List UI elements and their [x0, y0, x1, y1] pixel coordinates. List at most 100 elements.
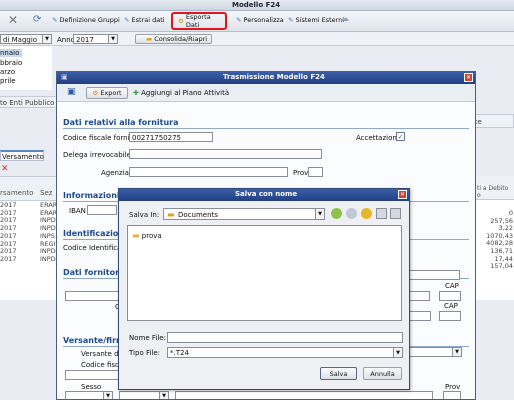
table-row[interactable]: 2017 ERAR — [0, 209, 60, 217]
close-icon: ✕ — [465, 74, 472, 81]
versamento-tab-label: Versamento — [2, 153, 44, 161]
agenzia-input[interactable] — [129, 167, 288, 177]
month-label: nnaio — [0, 49, 20, 57]
delete-icon[interactable]: ✕ — [1, 164, 9, 174]
table-row[interactable]: 2017 INPD — [0, 247, 60, 255]
nome-file-input[interactable] — [167, 332, 403, 343]
file-browser[interactable]: ▬ prova — [127, 225, 402, 321]
month-item[interactable]: arzo — [0, 68, 15, 76]
agenzia-label: Agenzia — [101, 169, 129, 177]
section-fornitura-title: Dati relativi alla fornitura — [63, 118, 179, 127]
table-row[interactable]: 2017 INPD — [0, 254, 60, 263]
mese-select[interactable]: di Maggio ▼ — [0, 34, 52, 44]
annulla-label: Annulla — [370, 369, 395, 378]
estrai-dati-button[interactable]: ✎ Estrai dati — [124, 16, 165, 24]
details-view-icon[interactable] — [390, 208, 401, 219]
extract-icon: ✎ — [124, 16, 130, 24]
estrai-dati-label: Estrai dati — [131, 16, 165, 24]
list-item[interactable]: ▬ prova — [132, 231, 162, 240]
personalizza-button[interactable]: ✎ Personalizza — [236, 16, 284, 24]
mese-value: di Maggio — [3, 36, 38, 44]
close-button[interactable]: ✕ — [464, 73, 473, 82]
tipo-file-select[interactable]: *.T24 ▼ — [167, 347, 403, 358]
refresh-icon[interactable]: ⟳ — [33, 14, 41, 25]
iban-input[interactable] — [87, 205, 117, 215]
prov-label: Prov — [293, 169, 309, 177]
fornitore-input-right[interactable] — [403, 270, 460, 280]
annulla-button[interactable]: Annulla — [363, 367, 402, 380]
dialog-title: Trasmissione Modello F24 — [223, 73, 325, 81]
table-row[interactable]: 2017 INPD — [0, 224, 60, 232]
esporta-dati-button[interactable]: ⚙ Esporta Dati — [171, 12, 227, 30]
save-dialog-title: Salva con nome — [235, 190, 298, 198]
app-title: Modello F24 — [232, 1, 281, 9]
chevron-down-icon: ▼ — [315, 209, 324, 219]
table-row[interactable]: 2017 INPS — [0, 232, 60, 240]
up-folder-icon[interactable] — [331, 208, 342, 219]
table-row[interactable]: 2017 REGI — [0, 240, 60, 248]
prov2-input[interactable] — [443, 391, 461, 399]
nome-file-label: Nome File: — [129, 334, 166, 342]
export-icon: ⚙ — [92, 89, 99, 97]
versamento-tab[interactable]: Versamento — [0, 150, 44, 161]
month-item[interactable]: bbraio — [0, 59, 22, 67]
chevron-down-icon: ▼ — [393, 348, 402, 357]
versante-input-wide[interactable] — [175, 391, 433, 399]
sistemi-esterni-label: Sistemi Esterni — [295, 16, 345, 24]
new-folder-icon[interactable] — [361, 208, 372, 219]
aggiungi-button[interactable]: ✚ Aggiungi al Piano Attività — [133, 89, 229, 97]
cap-input[interactable] — [439, 291, 461, 301]
list-view-icon[interactable] — [376, 208, 387, 219]
link-icon: ✎ — [288, 16, 294, 24]
table-header: ti a Debito o — [476, 176, 514, 200]
export-button[interactable]: ⚙ Export — [86, 87, 128, 99]
anno-select[interactable]: 2017 ▼ — [73, 34, 118, 44]
table-row[interactable]: 2017 ERAR — [0, 201, 60, 209]
accettazione-checkbox[interactable]: ✓ — [396, 132, 405, 141]
cap2-input[interactable] — [439, 311, 461, 321]
close-icon[interactable]: ✕ — [8, 13, 18, 27]
versante-name-input[interactable] — [65, 370, 121, 380]
table-cell: 2017 — [0, 254, 17, 263]
prov-input[interactable] — [308, 167, 323, 177]
definizione-gruppi-button[interactable]: ✎ Definizione Gruppi — [52, 16, 120, 24]
salva-button[interactable]: Salva — [320, 367, 357, 380]
col-header-sezione: Sez — [40, 189, 53, 197]
month-item[interactable]: prile — [0, 77, 16, 85]
sistemi-esterni-button[interactable]: ✎ Sistemi Esterni — [288, 16, 344, 24]
cf-input[interactable]: 00271750275 — [129, 132, 213, 142]
tipo-file-value: *.T24 — [170, 349, 189, 357]
accettazione-label: Accettazione — [356, 134, 402, 142]
cap2-label: CAP — [444, 302, 458, 310]
table-cell: 157,04 — [490, 262, 513, 271]
delega-input[interactable] — [129, 149, 322, 159]
col-header-debito-sub: o — [477, 192, 481, 199]
app-title-bar: Modello F24 — [0, 0, 514, 11]
pencil-icon: ✎ — [236, 16, 242, 24]
dialog-toolbar: ▣ ⚙ Export ✚ Aggiungi al Piano Attività — [57, 84, 475, 102]
versante-select[interactable]: ▼ — [402, 347, 462, 357]
save-disk-icon[interactable]: ▣ — [67, 87, 76, 97]
consolida-button[interactable]: ▬ Consolida/Riapri — [135, 34, 212, 44]
table-row[interactable]: 2017 INPD — [0, 216, 60, 224]
fornitore-input-left[interactable] — [65, 291, 121, 301]
divider — [63, 128, 469, 129]
consolida-label: Consolida/Riapri — [154, 35, 208, 43]
table-cell: INPD — [40, 254, 56, 263]
month-item[interactable]: nnaio — [0, 49, 22, 57]
close-icon: ✕ — [399, 191, 406, 198]
cf-value: 00271750275 — [132, 134, 181, 142]
home-icon[interactable] — [346, 208, 357, 219]
aggiungi-label: Aggiungi al Piano Attività — [141, 89, 230, 97]
save-close-button[interactable]: ✕ — [398, 190, 407, 199]
salva-in-select[interactable]: ▬ Documents ▼ — [163, 208, 325, 220]
cap-label: CAP — [445, 282, 459, 290]
esporta-dati-label: Esporta Dati — [185, 13, 211, 29]
month-list: nnaio bbraio arzo prile — [0, 46, 52, 90]
sesso-select-2[interactable]: ▼ — [119, 391, 169, 399]
sesso-select[interactable]: ▼ — [65, 391, 113, 399]
definizione-gruppi-label: Definizione Gruppi — [59, 16, 120, 24]
delega-label: Delega irrevocabile a — [63, 151, 138, 159]
col-header-versamento: rsamento — [0, 189, 34, 197]
prov2-label: Prov — [445, 383, 461, 391]
